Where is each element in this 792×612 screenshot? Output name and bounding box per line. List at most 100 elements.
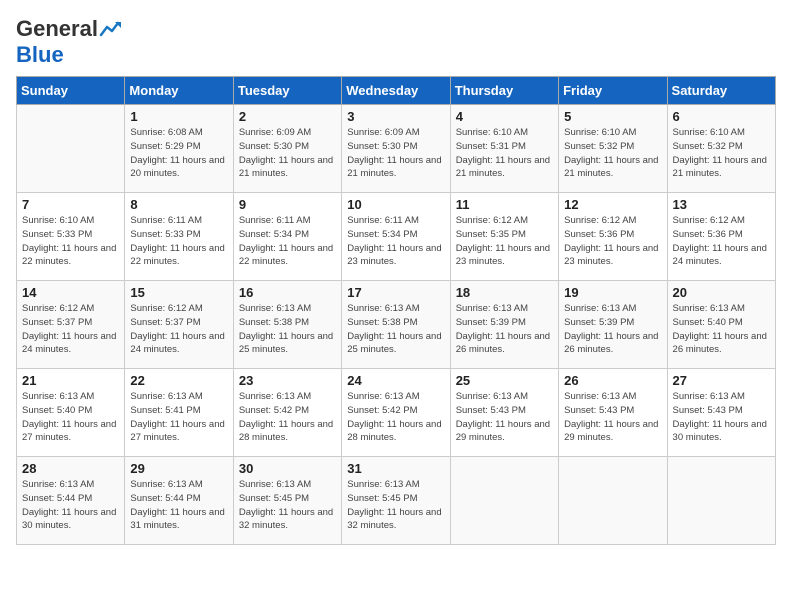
day-cell (667, 457, 775, 545)
day-number: 5 (564, 109, 661, 124)
day-cell: 16 Sunrise: 6:13 AMSunset: 5:38 PMDayligh… (233, 281, 341, 369)
day-info: Sunrise: 6:08 AMSunset: 5:29 PMDaylight:… (130, 126, 227, 181)
day-info: Sunrise: 6:13 AMSunset: 5:38 PMDaylight:… (347, 302, 444, 357)
day-info: Sunrise: 6:13 AMSunset: 5:45 PMDaylight:… (347, 478, 444, 533)
day-info: Sunrise: 6:12 AMSunset: 5:37 PMDaylight:… (22, 302, 119, 357)
day-info: Sunrise: 6:13 AMSunset: 5:40 PMDaylight:… (673, 302, 770, 357)
day-cell: 12 Sunrise: 6:12 AMSunset: 5:36 PMDayligh… (559, 193, 667, 281)
day-info: Sunrise: 6:13 AMSunset: 5:39 PMDaylight:… (564, 302, 661, 357)
day-number: 4 (456, 109, 553, 124)
day-cell: 13 Sunrise: 6:12 AMSunset: 5:36 PMDayligh… (667, 193, 775, 281)
day-number: 17 (347, 285, 444, 300)
week-row-2: 14 Sunrise: 6:12 AMSunset: 5:37 PMDayligh… (17, 281, 776, 369)
day-number: 2 (239, 109, 336, 124)
day-number: 11 (456, 197, 553, 212)
day-info: Sunrise: 6:10 AMSunset: 5:32 PMDaylight:… (673, 126, 770, 181)
day-number: 12 (564, 197, 661, 212)
day-info: Sunrise: 6:10 AMSunset: 5:33 PMDaylight:… (22, 214, 119, 269)
day-number: 15 (130, 285, 227, 300)
day-number: 30 (239, 461, 336, 476)
day-cell: 26Sunrise: 6:13 AMSunset: 5:43 PMDayligh… (559, 369, 667, 457)
day-number: 14 (22, 285, 119, 300)
week-row-0: 1 Sunrise: 6:08 AMSunset: 5:29 PMDaylight… (17, 105, 776, 193)
col-sunday: Sunday (17, 77, 125, 105)
logo-text: General (16, 16, 122, 42)
day-number: 1 (130, 109, 227, 124)
day-info: Sunrise: 6:13 AMSunset: 5:42 PMDaylight:… (347, 390, 444, 445)
day-number: 25 (456, 373, 553, 388)
col-saturday: Saturday (667, 77, 775, 105)
day-number: 20 (673, 285, 770, 300)
day-info: Sunrise: 6:13 AMSunset: 5:44 PMDaylight:… (22, 478, 119, 533)
day-cell (450, 457, 558, 545)
day-cell: 18 Sunrise: 6:13 AMSunset: 5:39 PMDayligh… (450, 281, 558, 369)
day-cell: 15Sunrise: 6:12 AMSunset: 5:37 PMDayligh… (125, 281, 233, 369)
day-cell: 30Sunrise: 6:13 AMSunset: 5:45 PMDayligh… (233, 457, 341, 545)
day-info: Sunrise: 6:13 AMSunset: 5:42 PMDaylight:… (239, 390, 336, 445)
calendar-table: Sunday Monday Tuesday Wednesday Thursday… (16, 76, 776, 545)
day-cell: 29 Sunrise: 6:13 AMSunset: 5:44 PMDayligh… (125, 457, 233, 545)
col-wednesday: Wednesday (342, 77, 450, 105)
day-info: Sunrise: 6:13 AMSunset: 5:43 PMDaylight:… (673, 390, 770, 445)
day-number: 23 (239, 373, 336, 388)
day-number: 22 (130, 373, 227, 388)
day-cell: 1 Sunrise: 6:08 AMSunset: 5:29 PMDaylight… (125, 105, 233, 193)
day-cell: 23 Sunrise: 6:13 AMSunset: 5:42 PMDayligh… (233, 369, 341, 457)
day-number: 8 (130, 197, 227, 212)
day-number: 13 (673, 197, 770, 212)
day-number: 3 (347, 109, 444, 124)
day-number: 10 (347, 197, 444, 212)
col-tuesday: Tuesday (233, 77, 341, 105)
day-cell: 6 Sunrise: 6:10 AMSunset: 5:32 PMDaylight… (667, 105, 775, 193)
day-info: Sunrise: 6:11 AMSunset: 5:34 PMDaylight:… (347, 214, 444, 269)
day-info: Sunrise: 6:13 AMSunset: 5:41 PMDaylight:… (130, 390, 227, 445)
day-info: Sunrise: 6:12 AMSunset: 5:35 PMDaylight:… (456, 214, 553, 269)
day-info: Sunrise: 6:13 AMSunset: 5:44 PMDaylight:… (130, 478, 227, 533)
day-info: Sunrise: 6:09 AMSunset: 5:30 PMDaylight:… (239, 126, 336, 181)
day-info: Sunrise: 6:13 AMSunset: 5:43 PMDaylight:… (564, 390, 661, 445)
day-info: Sunrise: 6:11 AMSunset: 5:34 PMDaylight:… (239, 214, 336, 269)
week-row-4: 28 Sunrise: 6:13 AMSunset: 5:44 PMDayligh… (17, 457, 776, 545)
day-cell: 24 Sunrise: 6:13 AMSunset: 5:42 PMDayligh… (342, 369, 450, 457)
day-info: Sunrise: 6:11 AMSunset: 5:33 PMDaylight:… (130, 214, 227, 269)
calendar-body: 1 Sunrise: 6:08 AMSunset: 5:29 PMDaylight… (17, 105, 776, 545)
logo: General Blue (16, 16, 122, 68)
day-number: 16 (239, 285, 336, 300)
day-cell: 21Sunrise: 6:13 AMSunset: 5:40 PMDayligh… (17, 369, 125, 457)
day-info: Sunrise: 6:13 AMSunset: 5:43 PMDaylight:… (456, 390, 553, 445)
day-cell: 20 Sunrise: 6:13 AMSunset: 5:40 PMDayligh… (667, 281, 775, 369)
day-cell: 31Sunrise: 6:13 AMSunset: 5:45 PMDayligh… (342, 457, 450, 545)
day-info: Sunrise: 6:12 AMSunset: 5:36 PMDaylight:… (673, 214, 770, 269)
day-info: Sunrise: 6:13 AMSunset: 5:38 PMDaylight:… (239, 302, 336, 357)
day-cell: 19 Sunrise: 6:13 AMSunset: 5:39 PMDayligh… (559, 281, 667, 369)
day-number: 28 (22, 461, 119, 476)
day-cell: 8 Sunrise: 6:11 AMSunset: 5:33 PMDaylight… (125, 193, 233, 281)
day-info: Sunrise: 6:10 AMSunset: 5:32 PMDaylight:… (564, 126, 661, 181)
day-cell: 5 Sunrise: 6:10 AMSunset: 5:32 PMDaylight… (559, 105, 667, 193)
day-info: Sunrise: 6:12 AMSunset: 5:36 PMDaylight:… (564, 214, 661, 269)
day-number: 18 (456, 285, 553, 300)
day-cell (17, 105, 125, 193)
day-info: Sunrise: 6:13 AMSunset: 5:39 PMDaylight:… (456, 302, 553, 357)
day-cell: 28 Sunrise: 6:13 AMSunset: 5:44 PMDayligh… (17, 457, 125, 545)
day-cell: 2 Sunrise: 6:09 AMSunset: 5:30 PMDaylight… (233, 105, 341, 193)
day-number: 24 (347, 373, 444, 388)
col-thursday: Thursday (450, 77, 558, 105)
day-cell: 17 Sunrise: 6:13 AMSunset: 5:38 PMDayligh… (342, 281, 450, 369)
col-friday: Friday (559, 77, 667, 105)
col-monday: Monday (125, 77, 233, 105)
day-number: 29 (130, 461, 227, 476)
day-cell: 11 Sunrise: 6:12 AMSunset: 5:35 PMDayligh… (450, 193, 558, 281)
day-cell: 7Sunrise: 6:10 AMSunset: 5:33 PMDaylight… (17, 193, 125, 281)
day-cell: 14 Sunrise: 6:12 AMSunset: 5:37 PMDayligh… (17, 281, 125, 369)
day-info: Sunrise: 6:09 AMSunset: 5:30 PMDaylight:… (347, 126, 444, 181)
day-cell: 9Sunrise: 6:11 AMSunset: 5:34 PMDaylight… (233, 193, 341, 281)
day-cell (559, 457, 667, 545)
day-number: 6 (673, 109, 770, 124)
day-cell: 3 Sunrise: 6:09 AMSunset: 5:30 PMDaylight… (342, 105, 450, 193)
day-number: 21 (22, 373, 119, 388)
header-row: Sunday Monday Tuesday Wednesday Thursday… (17, 77, 776, 105)
day-number: 19 (564, 285, 661, 300)
week-row-1: 7Sunrise: 6:10 AMSunset: 5:33 PMDaylight… (17, 193, 776, 281)
day-number: 27 (673, 373, 770, 388)
